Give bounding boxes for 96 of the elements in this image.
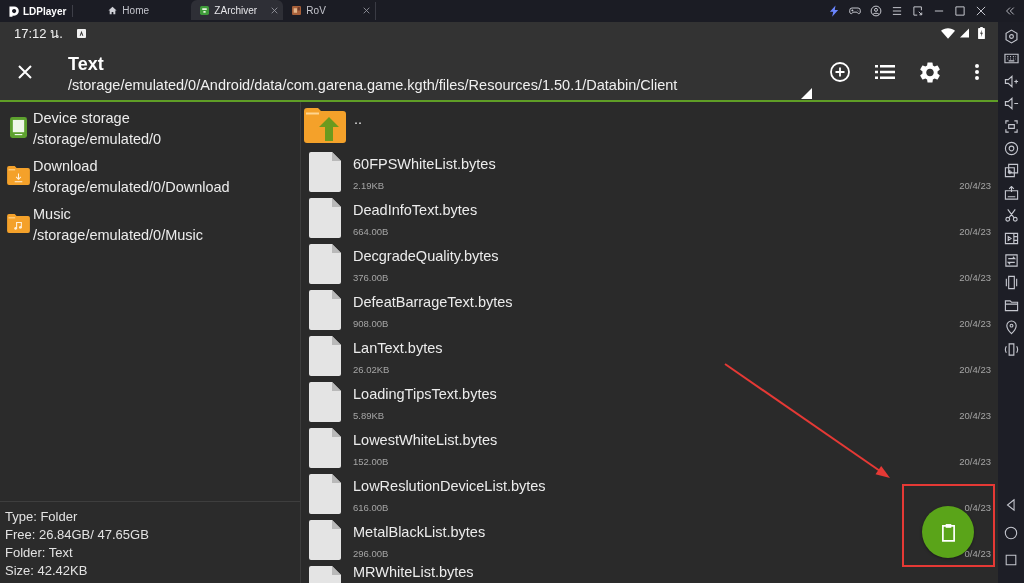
file-name[interactable]: DecgradeQuality.bytes: [353, 248, 991, 265]
file-date: 0/4/23: [964, 548, 991, 560]
vibrating-phone-icon[interactable]: [1003, 275, 1019, 291]
emulator-tab[interactable]: ZArchiver: [191, 0, 284, 20]
file-icon: [309, 382, 341, 422]
file-icon: [309, 428, 341, 468]
maximize-icon[interactable]: [953, 5, 966, 17]
place-path: /storage/emulated/0: [33, 130, 162, 149]
file-name[interactable]: MRWhiteList.bytes: [353, 564, 991, 581]
signal-icon: [960, 28, 969, 38]
status-time: 17:12 น.: [14, 24, 63, 43]
info-line: Type: Folder: [5, 508, 79, 526]
crop-frame-icon[interactable]: [1003, 118, 1019, 134]
volume-down-icon[interactable]: [1003, 96, 1019, 112]
info-line: Free: 26.84GB/ 47.65GB: [5, 526, 150, 544]
file-date: 20/4/23: [959, 364, 991, 376]
folder-up-icon: [304, 108, 346, 143]
list-view-icon[interactable]: [875, 65, 895, 79]
folder-icon[interactable]: [1003, 297, 1019, 313]
file-name[interactable]: LoadingTipsText.bytes: [353, 386, 991, 403]
archive-app-icon: [200, 5, 210, 15]
folder-path[interactable]: /storage/emulated/0/Android/data/com.garena.game.kgth/files/Resources/1.50.1/Databin/Client: [68, 75, 801, 95]
upload-box-icon[interactable]: [1003, 185, 1019, 201]
window-export-icon[interactable]: [911, 5, 924, 17]
place-name[interactable]: Music: [33, 204, 204, 225]
place-path: /storage/emulated/0/Download: [33, 178, 230, 197]
file-name[interactable]: MetalBlackList.bytes: [353, 524, 991, 541]
file-icon: [309, 336, 341, 376]
file-date: 20/4/23: [959, 226, 991, 238]
file-size: 5.89KB: [353, 410, 385, 422]
file-name[interactable]: DeadInfoText.bytes: [353, 202, 991, 219]
info-line: Folder: Text: [5, 544, 74, 562]
clipboard-icon: [940, 522, 956, 542]
place-name[interactable]: Download: [33, 156, 230, 177]
menu-icon[interactable]: [890, 5, 903, 17]
dropdown-corner-icon[interactable]: [801, 88, 812, 99]
file-size: 296.00B: [353, 548, 389, 560]
video-box-icon[interactable]: [1003, 230, 1019, 246]
more-options-icon[interactable]: [975, 64, 979, 80]
wifi-icon: [941, 27, 955, 39]
file-date: 20/4/23: [959, 410, 991, 422]
file-size: 376.00B: [353, 272, 389, 284]
settings-icon[interactable]: [920, 61, 940, 83]
place-name[interactable]: Device storage: [33, 108, 162, 129]
file-name[interactable]: LowestWhiteList.bytes: [353, 432, 991, 449]
logo-icon: [9, 5, 20, 17]
file-date: 0/4/23: [964, 502, 991, 514]
file-date: 20/4/23: [959, 180, 991, 192]
file-size: 152.00B: [353, 456, 389, 468]
file-name[interactable]: DefeatBarrageText.bytes: [353, 294, 991, 311]
house-icon: [108, 5, 118, 15]
file-date: 20/4/23: [959, 318, 991, 330]
lightning-icon[interactable]: [827, 5, 840, 17]
battery-charging-icon: [978, 27, 985, 39]
file-icon: [309, 520, 341, 560]
gamepad-icon[interactable]: [848, 5, 861, 17]
file-icon: [309, 474, 341, 514]
home-icon[interactable]: [1004, 525, 1018, 540]
download-folder-icon: [6, 165, 30, 185]
recent-apps-icon[interactable]: [1004, 553, 1018, 567]
emulator-tab[interactable]: Home: [99, 0, 192, 20]
file-date: 20/4/23: [959, 272, 991, 284]
file-size: 2.19KB: [353, 180, 385, 192]
location-pin-icon[interactable]: [1003, 320, 1019, 336]
file-icon: [309, 152, 341, 192]
file-icon: [309, 244, 341, 284]
game-thumbnail-icon: [292, 5, 302, 15]
file-icon: [309, 198, 341, 238]
folder-title: Text: [68, 53, 105, 75]
emulator-tab[interactable]: RoV: [283, 0, 376, 20]
brand-name: LDPlayer: [23, 5, 67, 17]
file-size: 908.00B: [353, 318, 389, 330]
close-icon[interactable]: [974, 5, 987, 17]
double-chevron-icon[interactable]: [1005, 6, 1015, 16]
stacked-windows-icon[interactable]: [1003, 163, 1019, 179]
file-icon: [309, 290, 341, 330]
record-icon[interactable]: [1003, 140, 1019, 156]
info-line: Size: 42.42KB: [5, 562, 89, 580]
swap-box-icon[interactable]: [1003, 252, 1019, 268]
hexagon-icon[interactable]: [1003, 29, 1019, 44]
scissors-icon[interactable]: [1003, 208, 1019, 224]
file-size: 616.00B: [353, 502, 389, 514]
file-name[interactable]: 60FPSWhiteList.bytes: [353, 156, 991, 173]
music-folder-icon: [6, 213, 30, 233]
file-name[interactable]: LowReslutionDeviceList.bytes: [353, 478, 991, 495]
phone-rotate-icon[interactable]: [1003, 342, 1019, 358]
file-size: 26.02KB: [353, 364, 390, 376]
storage-icon: [9, 116, 27, 138]
file-name[interactable]: LanText.bytes: [353, 340, 991, 357]
parent-folder-label[interactable]: ..: [354, 111, 991, 128]
file-date: 20/4/23: [959, 456, 991, 468]
square-notification-icon: [76, 28, 86, 38]
back-icon[interactable]: [1004, 498, 1018, 512]
place-path: /storage/emulated/0/Music: [33, 226, 204, 245]
file-size: 664.00B: [353, 226, 389, 238]
volume-up-icon[interactable]: [1003, 73, 1019, 89]
